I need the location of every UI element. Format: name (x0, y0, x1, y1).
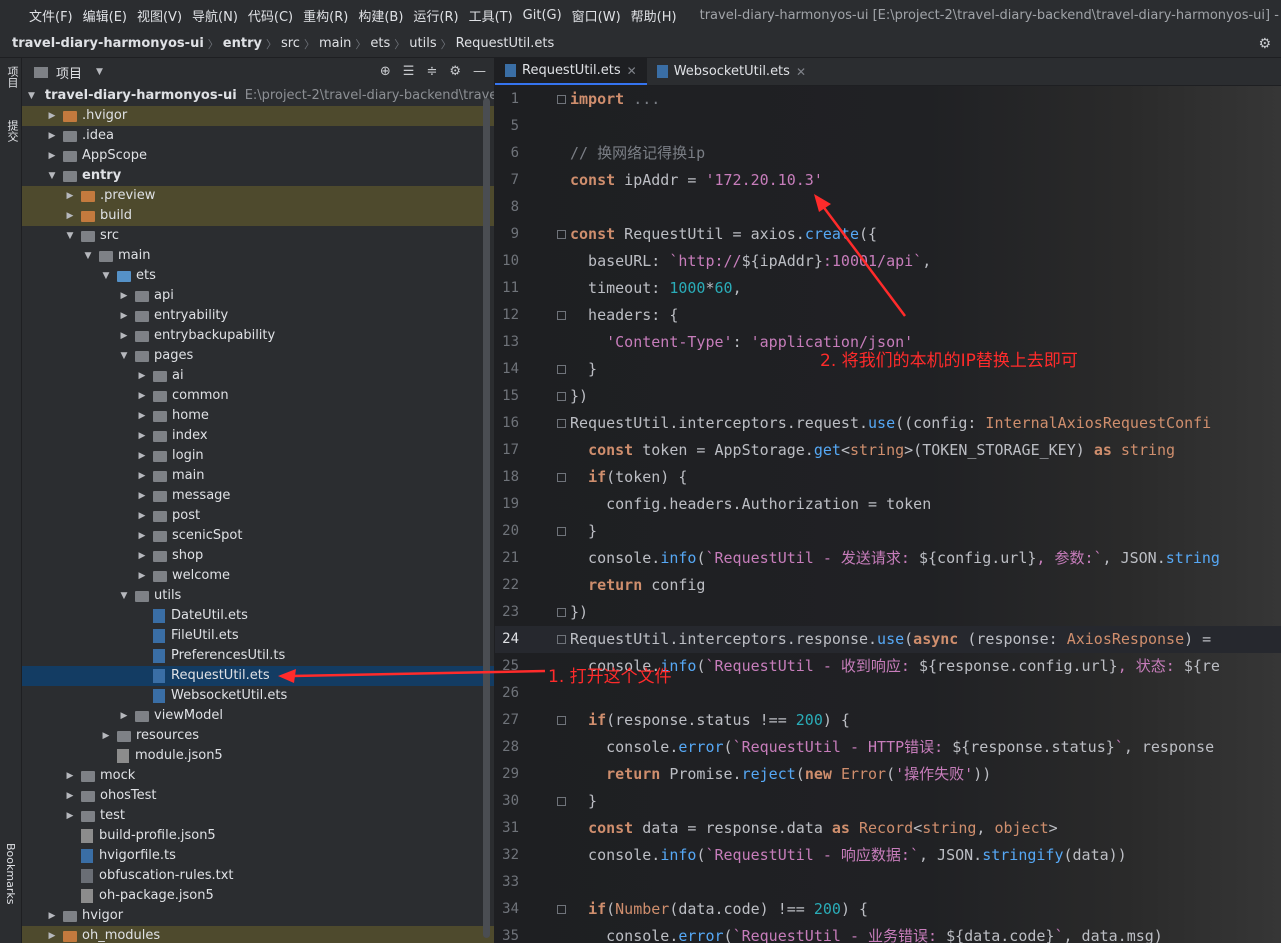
annotation-arrows (278, 194, 907, 683)
arrow-to-ip (820, 204, 907, 317)
arrow-head (278, 669, 296, 683)
ide-window: { "menubar":{"items":["文件(F)","编辑(E)","视… (0, 0, 1281, 943)
arrow-to-file (291, 669, 546, 678)
arrow-head (814, 194, 831, 212)
annotation-step2: 2. 将我们的本机的IP替换上去即可 (820, 351, 1078, 371)
annotation-step1: 1. 打开这个文件 (548, 667, 672, 687)
